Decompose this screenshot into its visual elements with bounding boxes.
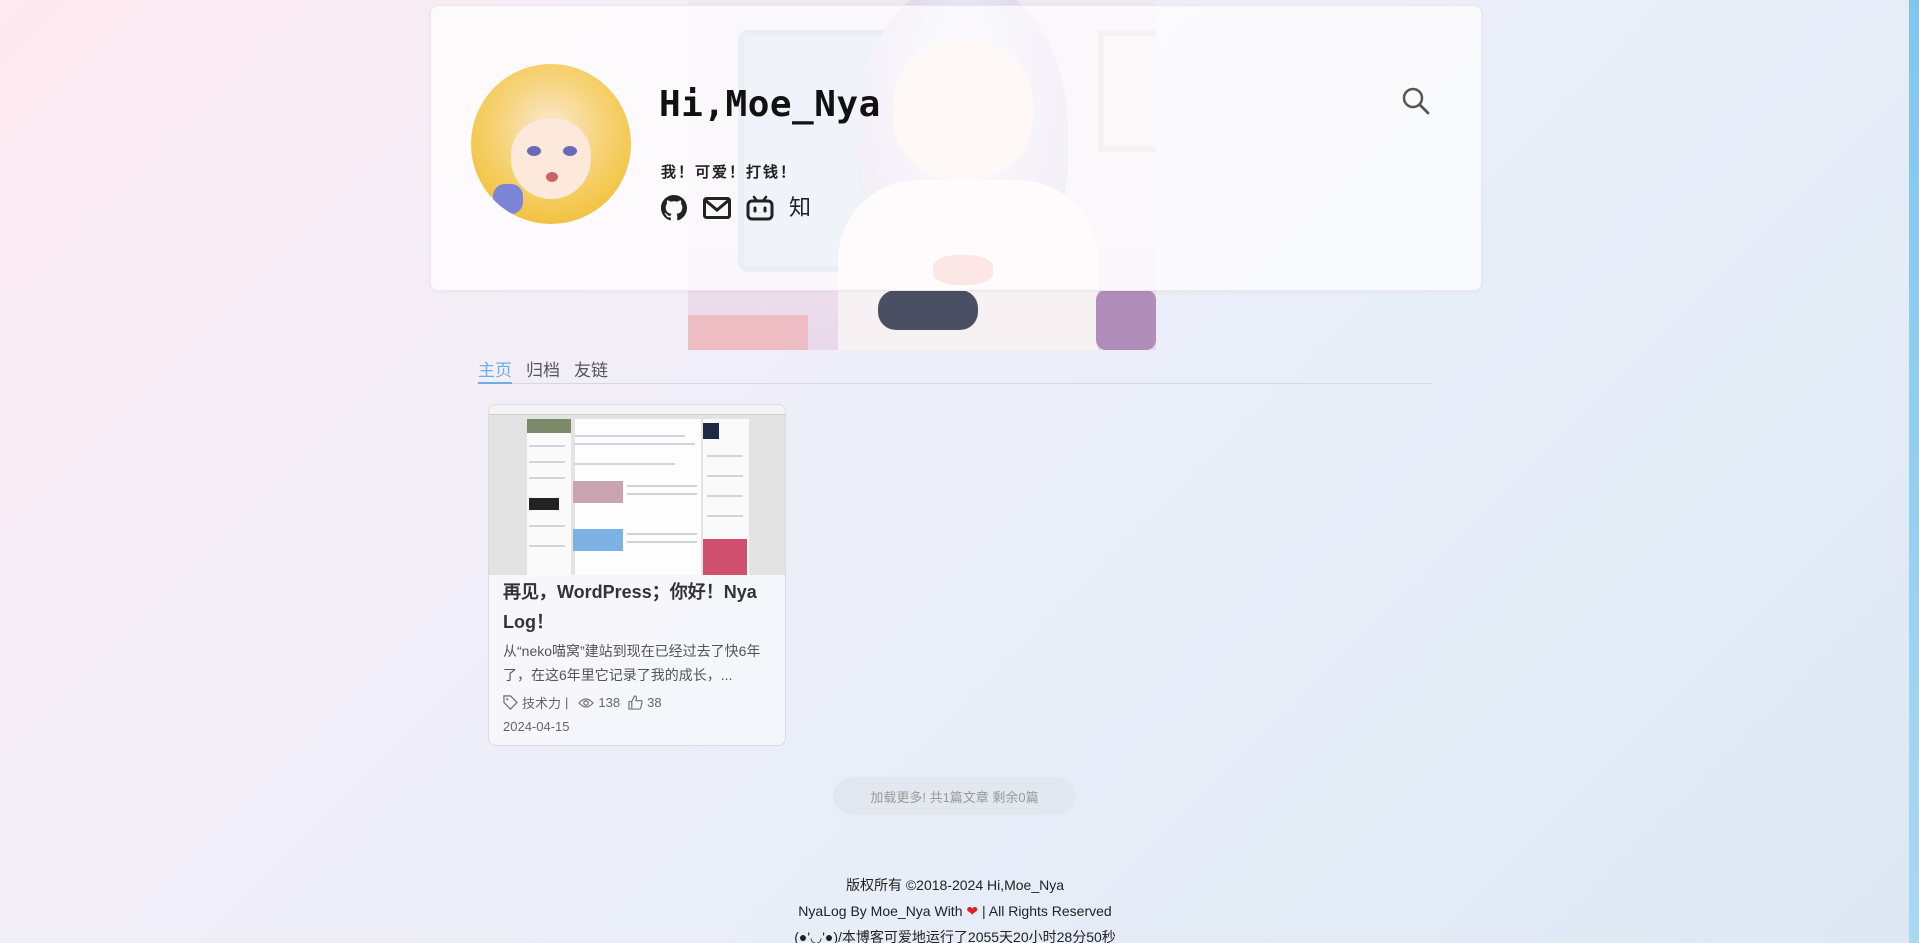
post-category[interactable]: 技术力 <box>522 693 561 712</box>
post-date: 2024-04-15 <box>503 719 570 734</box>
post-excerpt: 从“neko喵窝”建站到现在已经过去了快6年了，在这6年里它记录了我的成长，..… <box>503 643 761 683</box>
tab-archive[interactable]: 归档 <box>526 356 560 382</box>
footer-copyright: 版权所有 ©2018-2024 Hi,Moe_Nya <box>845 877 1065 893</box>
heart-icon: ❤ <box>966 903 979 919</box>
footer-credit-prefix: NyaLog By Moe_Nya With <box>798 903 963 919</box>
post-meta: 技术力 | 138 38 <box>503 693 662 712</box>
tab-friends[interactable]: 友链 <box>574 356 608 382</box>
post-likes: 38 <box>647 695 662 710</box>
scrollbar-thumb[interactable] <box>1909 0 1919 943</box>
meta-separator: | <box>565 695 569 710</box>
site-motto: 我！可爱！打钱！ <box>661 164 798 181</box>
thumbs-up-icon[interactable] <box>628 695 643 710</box>
site-title[interactable]: Hi,Moe_Nya <box>659 84 881 125</box>
footer: 版权所有 ©2018-2024 Hi,Moe_Nya NyaLog By Moe… <box>680 872 1230 943</box>
post-thumbnail[interactable] <box>489 405 785 575</box>
tag-icon <box>503 695 518 710</box>
bilibili-icon[interactable] <box>746 194 774 222</box>
tab-home[interactable]: 主页 <box>478 356 512 384</box>
footer-credit-suffix: | All Rights Reserved <box>982 903 1112 919</box>
search-icon[interactable] <box>1401 86 1431 116</box>
zhihu-link[interactable]: 知 <box>789 194 811 222</box>
post-title[interactable]: 再见，WordPress；你好！Nya Log！ <box>503 577 773 637</box>
eye-icon <box>578 697 595 709</box>
profile-header-card: Hi,Moe_Nya 我！可爱！打钱！ 知 <box>430 5 1482 291</box>
post-views: 138 <box>598 695 621 710</box>
footer-uptime: (●'◡'●)/本博客可爱地运行了2055天20小时28分50秒 <box>794 929 1116 943</box>
footer-credit: NyaLog By Moe_Nya With ❤ | All Rights Re… <box>680 898 1230 924</box>
load-more-button[interactable]: 加载更多! 共1篇文章 剩余0篇 <box>833 777 1076 815</box>
social-links: 知 <box>660 194 811 222</box>
page-scrollbar[interactable] <box>1909 0 1919 943</box>
main-nav: 主页 归档 友链 <box>478 356 1433 384</box>
avatar[interactable] <box>471 64 631 224</box>
github-icon[interactable] <box>660 194 688 222</box>
post-card[interactable]: 再见，WordPress；你好！Nya Log！ 从“neko喵窝”建站到现在已… <box>488 404 786 746</box>
mail-icon[interactable] <box>703 194 731 222</box>
